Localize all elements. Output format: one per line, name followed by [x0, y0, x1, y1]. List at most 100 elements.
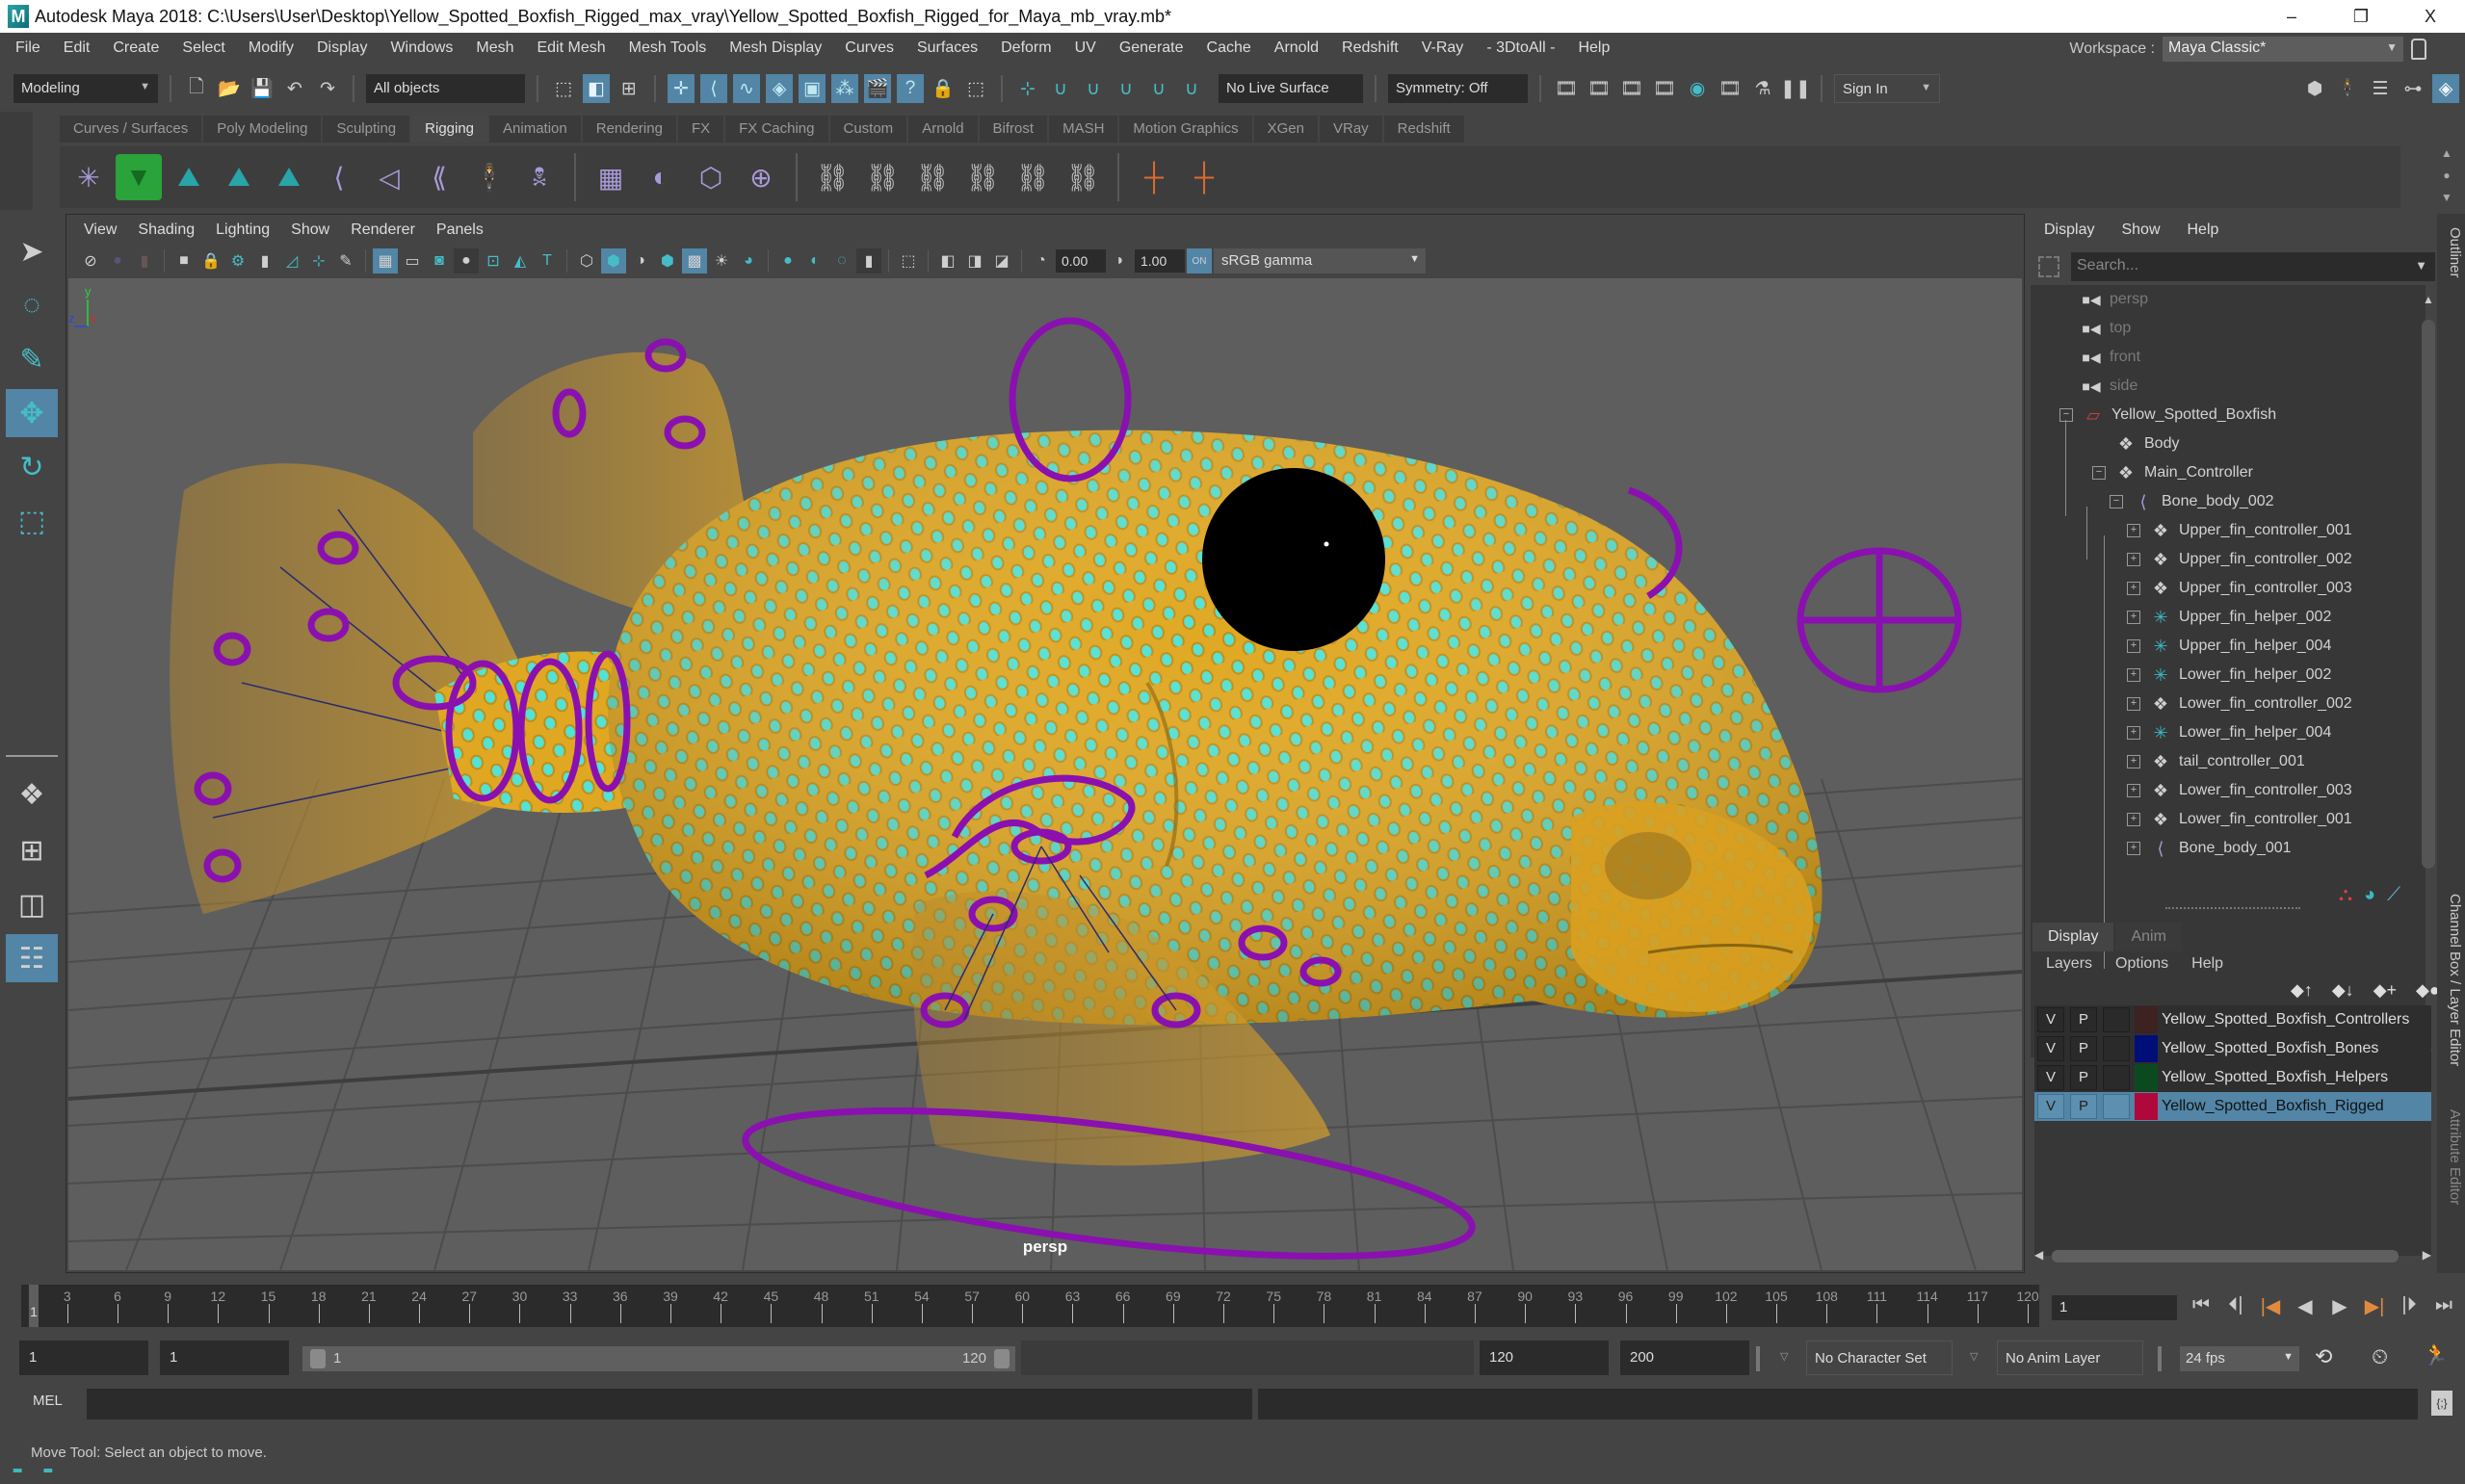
expand-icon[interactable]: +: [2127, 755, 2140, 768]
select-deformation-icon[interactable]: ▣: [799, 74, 826, 103]
humanik-icon[interactable]: ⛰: [216, 154, 262, 200]
outliner-vertical-scrollbar[interactable]: ▲ ▼: [2422, 291, 2435, 1061]
auto-key-icon[interactable]: ⏲: [2372, 1344, 2388, 1369]
camera-attr-icon[interactable]: ⚙: [225, 248, 250, 273]
menu-help[interactable]: Help: [1566, 39, 1621, 57]
step-forward-key-icon[interactable]: ▶|: [2360, 1294, 2389, 1318]
menu-deform[interactable]: Deform: [989, 39, 1062, 57]
shelf-tab-rendering[interactable]: Rendering: [582, 116, 676, 143]
menu-surfaces[interactable]: Surfaces: [905, 39, 989, 57]
layer-playback-toggle[interactable]: P: [2070, 1065, 2097, 1090]
single-perspective-layout-icon[interactable]: ❖: [6, 770, 58, 819]
panel-splitter[interactable]: [2165, 907, 2300, 909]
field-chart-icon[interactable]: ⊡: [481, 248, 506, 273]
anim-preferences-icon[interactable]: 🏃: [2423, 1342, 2449, 1367]
safe-title-icon[interactable]: T: [535, 248, 560, 273]
select-object-icon[interactable]: ◧: [583, 74, 610, 103]
menu-redshift[interactable]: Redshift: [1330, 39, 1410, 57]
xray-joints-icon[interactable]: ◪: [989, 248, 1014, 273]
symmetry-dropdown[interactable]: Symmetry: Off: [1388, 74, 1528, 103]
layer-tab-display[interactable]: Display: [2032, 923, 2114, 951]
outliner-menu-show[interactable]: Show: [2121, 221, 2160, 239]
isolate-select-icon[interactable]: ⬚: [896, 248, 921, 273]
shelf-tab-arnold[interactable]: Arnold: [908, 116, 978, 143]
playback-start-field[interactable]: 1: [160, 1341, 289, 1375]
animation-end-field[interactable]: 200: [1620, 1341, 1749, 1375]
workspace-dropdown[interactable]: Maya Classic*: [2163, 37, 2403, 62]
two-view-layout-icon[interactable]: ◫: [6, 880, 58, 928]
shelf-tab-bifrost[interactable]: Bifrost: [979, 116, 1048, 143]
layer-visibility-toggle[interactable]: V: [2037, 1065, 2064, 1090]
bookmark-icon[interactable]: ▮: [252, 248, 277, 273]
multisample-aa-icon[interactable]: ◌: [829, 248, 854, 273]
outliner-item[interactable]: + ⟨ Bone_body_001: [2127, 834, 2292, 863]
outliner-item[interactable]: + ✳ Lower_fin_helper_004: [2127, 718, 2331, 747]
menu-mesh[interactable]: Mesh: [464, 39, 525, 57]
ik-spline-icon[interactable]: ⟪: [416, 154, 462, 200]
channel-box-speed-icon[interactable]: ◕: [2364, 884, 2375, 906]
expand-icon[interactable]: +: [2127, 784, 2140, 797]
bookmarks-icon[interactable]: ▮: [132, 248, 157, 273]
lock-icon[interactable]: [2411, 39, 2426, 60]
time-slider[interactable]: 1 3 6 9 12 15 18 21 24 27 30 33 36 39 42 45 48 51 54 57 60 6…: [21, 1285, 2039, 1327]
shelf-grip[interactable]: [0, 112, 33, 210]
select-rendering-icon[interactable]: 🎬: [864, 74, 891, 103]
open-scene-icon[interactable]: 📂: [216, 74, 243, 103]
live-surface-field[interactable]: No Live Surface: [1219, 74, 1363, 103]
anim-layer-menu-icon[interactable]: ▽: [1970, 1350, 1978, 1363]
play-backwards-icon[interactable]: ◀: [2291, 1294, 2320, 1318]
menu-create[interactable]: Create: [101, 39, 170, 57]
character-set-field[interactable]: No Character Set: [1806, 1341, 1953, 1375]
exposure-field[interactable]: 0.00: [1056, 249, 1106, 273]
parent-constraint-icon[interactable]: ⛓: [809, 154, 855, 200]
lasso-tool-icon[interactable]: ◌: [6, 281, 58, 329]
outliner-item[interactable]: − ❖ Main_Controller: [2092, 458, 2253, 487]
wireframe-icon[interactable]: ⬡: [574, 248, 599, 273]
expand-icon[interactable]: +: [2127, 582, 2140, 595]
shelf-tab-redshift[interactable]: Redshift: [1383, 116, 1464, 143]
layer-visibility-toggle[interactable]: V: [2037, 1036, 2064, 1061]
select-component-icon[interactable]: ⊞: [616, 74, 642, 103]
rotate-tool-icon[interactable]: ↻: [6, 443, 58, 491]
outliner-item[interactable]: + ❖ Upper_fin_controller_001: [2127, 516, 2352, 545]
cluster-icon[interactable]: ⊕: [738, 154, 784, 200]
joint-icon[interactable]: ⟨: [316, 154, 362, 200]
menu-curves[interactable]: Curves: [833, 39, 905, 57]
expand-icon[interactable]: +: [2127, 524, 2140, 537]
collapse-icon[interactable]: −: [2059, 408, 2073, 422]
menu-edit[interactable]: Edit: [52, 39, 102, 57]
screen-space-ao-icon[interactable]: ●: [775, 248, 800, 273]
layer-playback-toggle[interactable]: P: [2070, 1094, 2097, 1119]
snap-surface-icon[interactable]: ∪: [1145, 74, 1172, 103]
step-forward-frame-icon[interactable]: |⏵: [2395, 1294, 2424, 1318]
color-management-toggle-icon[interactable]: ON: [1187, 248, 1212, 273]
undo-icon[interactable]: ↶: [281, 74, 308, 103]
layer-color-swatch[interactable]: [2135, 1006, 2158, 1033]
expand-icon[interactable]: +: [2127, 553, 2140, 566]
use-all-lights-icon[interactable]: ☀: [709, 248, 734, 273]
layer-display-type-toggle[interactable]: [2103, 1094, 2130, 1119]
pause-viewport-icon[interactable]: ❚❚: [1780, 74, 1811, 103]
viewport-menu-show[interactable]: Show: [291, 221, 343, 239]
smooth-shade-icon[interactable]: ⬢: [601, 248, 626, 273]
menu-windows[interactable]: Windows: [379, 39, 464, 57]
outliner-item[interactable]: − ▱ Yellow_Spotted_Boxfish: [2059, 401, 2276, 430]
viewport-menu-renderer[interactable]: Renderer: [351, 221, 429, 239]
shelf-tab-mash[interactable]: MASH: [1049, 116, 1118, 143]
expand-icon[interactable]: +: [2127, 668, 2140, 682]
view-transform-dropdown[interactable]: sRGB gamma: [1214, 248, 1426, 273]
shelf-tab-fx-caching[interactable]: FX Caching: [725, 116, 828, 143]
layer-menu-layers[interactable]: Layers: [2046, 955, 2092, 973]
2d-pan-zoom-icon[interactable]: ⊹: [306, 248, 331, 273]
ipr-render-icon[interactable]: 🎞: [1618, 74, 1645, 103]
image-plane-icon[interactable]: ◿: [279, 248, 304, 273]
character-set-menu-icon[interactable]: ▽: [1780, 1350, 1788, 1363]
shelf-tab-curves-surfaces[interactable]: Curves / Surfaces: [60, 116, 202, 143]
shelf-scroll[interactable]: ▲ ● ▼: [2438, 146, 2455, 204]
depth-of-field-icon[interactable]: ▮: [856, 248, 881, 273]
outliner-menu-help[interactable]: Help: [2188, 221, 2219, 239]
expand-icon[interactable]: +: [2127, 813, 2140, 826]
layer-row[interactable]: V P Yellow_Spotted_Boxfish_Controllers: [2034, 1005, 2431, 1034]
script-editor-icon[interactable]: {;}: [2431, 1391, 2452, 1416]
viewport-menu-view[interactable]: View: [84, 221, 130, 239]
